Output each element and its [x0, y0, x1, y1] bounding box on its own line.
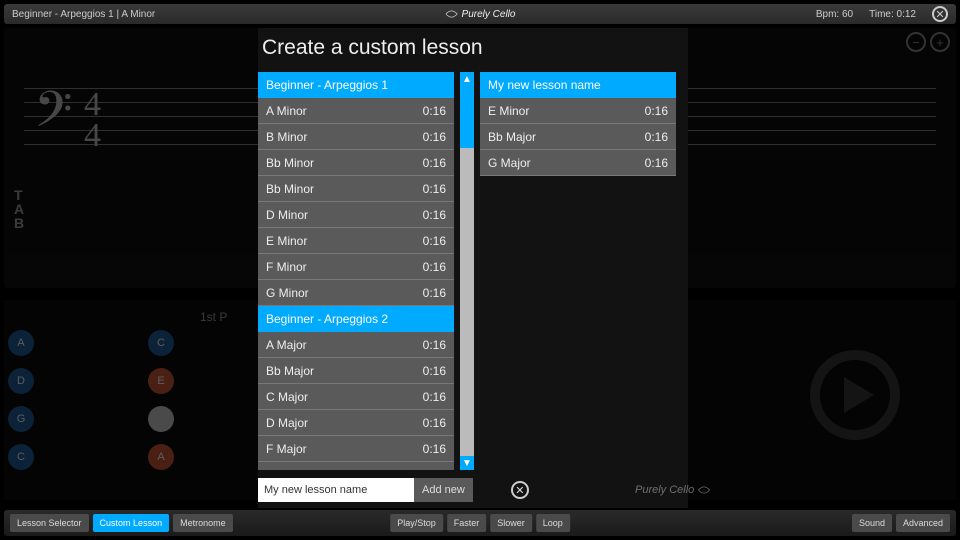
scroll-track[interactable]	[460, 86, 474, 456]
lesson-row[interactable]: D Minor0:16	[258, 202, 454, 228]
note-dot: G	[8, 406, 34, 432]
custom-lesson-button[interactable]: Custom Lesson	[93, 514, 170, 532]
faster-button[interactable]: Faster	[447, 514, 487, 532]
scrollbar[interactable]: ▲ ▼	[460, 72, 474, 470]
modal-title: Create a custom lesson	[258, 28, 688, 72]
category-header: Beginner - Arpeggios 1	[258, 72, 454, 98]
sound-button[interactable]: Sound	[852, 514, 892, 532]
scroll-up-icon[interactable]: ▲	[460, 72, 474, 86]
play-icon[interactable]	[810, 350, 900, 440]
note-dot: C	[8, 444, 34, 470]
note-dot	[148, 406, 174, 432]
bottom-toolbar: Lesson SelectorCustom LessonMetronome Pl…	[4, 510, 956, 536]
play-stop-button[interactable]: Play/Stop	[390, 514, 443, 532]
footer-logo: Purely Cello	[635, 484, 711, 496]
custom-lesson-modal: Create a custom lesson Beginner - Arpegg…	[258, 28, 688, 508]
time-signature: 44	[84, 90, 101, 151]
lesson-title: Beginner - Arpeggios 1 | A Minor	[12, 9, 155, 20]
lesson-row[interactable]: Bb Minor0:16	[258, 176, 454, 202]
app-logo: Purely Cello	[445, 9, 516, 20]
lesson-row[interactable]: E Minor0:16	[480, 98, 676, 124]
custom-lesson-header: My new lesson name	[480, 72, 676, 98]
lesson-row[interactable]: F Minor0:16	[258, 254, 454, 280]
slower-button[interactable]: Slower	[490, 514, 532, 532]
lesson-row[interactable]: G Major0:16	[258, 462, 454, 470]
lesson-row[interactable]: D Major0:16	[258, 410, 454, 436]
lesson-row[interactable]: A Major0:16	[258, 332, 454, 358]
lesson-selector-button[interactable]: Lesson Selector	[10, 514, 89, 532]
add-new-button[interactable]: Add new	[414, 478, 473, 502]
lesson-row[interactable]: G Major0:16	[480, 150, 676, 176]
category-header: Beginner - Arpeggios 2	[258, 306, 454, 332]
lesson-name-input[interactable]	[258, 478, 414, 502]
lesson-row[interactable]: F Major0:16	[258, 436, 454, 462]
lesson-row[interactable]: B Minor0:16	[258, 124, 454, 150]
lesson-row[interactable]: Bb Major0:16	[480, 124, 676, 150]
lesson-row[interactable]: G Minor0:16	[258, 280, 454, 306]
note-dot: C	[148, 330, 174, 356]
time-display: Time: 0:12	[869, 9, 916, 20]
scroll-down-icon[interactable]: ▼	[460, 456, 474, 470]
note-dot: D	[8, 368, 34, 394]
target-lesson-list[interactable]: My new lesson nameE Minor0:16Bb Major0:1…	[480, 72, 676, 470]
top-bar: Beginner - Arpeggios 1 | A Minor Purely …	[4, 4, 956, 24]
modal-close-icon[interactable]: ✕	[511, 481, 529, 499]
lesson-row[interactable]: A Minor0:16	[258, 98, 454, 124]
note-dot: E	[148, 368, 174, 394]
bass-clef-icon: 𝄢	[34, 82, 73, 151]
position-label: 1st P	[200, 310, 227, 324]
lesson-row[interactable]: E Minor0:16	[258, 228, 454, 254]
lesson-row[interactable]: Bb Major0:16	[258, 358, 454, 384]
lesson-row[interactable]: Bb Minor0:16	[258, 150, 454, 176]
metronome-button[interactable]: Metronome	[173, 514, 233, 532]
bpm-display: Bpm: 60	[816, 9, 853, 20]
lesson-row[interactable]: C Major0:16	[258, 384, 454, 410]
close-icon[interactable]: ✕	[932, 6, 948, 22]
zoom-in-icon[interactable]: +	[930, 32, 950, 52]
source-lesson-list[interactable]: Beginner - Arpeggios 1A Minor0:16B Minor…	[258, 72, 454, 470]
advanced-button[interactable]: Advanced	[896, 514, 950, 532]
tab-label: TAB	[14, 188, 24, 230]
note-dot: A	[148, 444, 174, 470]
zoom-out-icon[interactable]: −	[906, 32, 926, 52]
scroll-thumb[interactable]	[460, 86, 474, 148]
loop-button[interactable]: Loop	[536, 514, 570, 532]
note-dot: A	[8, 330, 34, 356]
